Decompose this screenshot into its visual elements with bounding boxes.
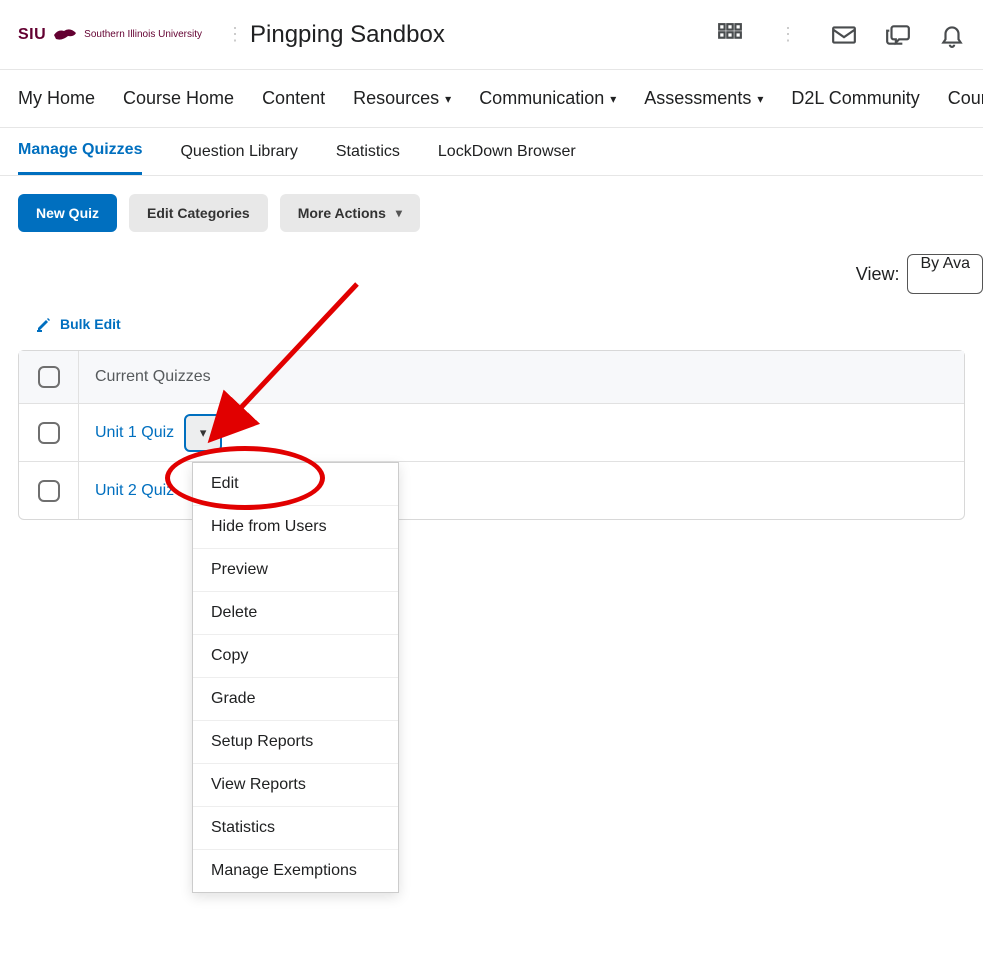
- top-icon-group: ⋮: [717, 22, 965, 48]
- divider-dots-2: ⋮: [779, 24, 795, 45]
- row-check-cell: [19, 404, 79, 461]
- quiz-link[interactable]: Unit 1 Quiz: [95, 424, 174, 442]
- quiz-link[interactable]: Unit 2 Quiz: [95, 482, 174, 500]
- menu-grade[interactable]: Grade: [193, 678, 398, 721]
- view-select[interactable]: By Ava: [907, 254, 983, 294]
- saluki-icon: [52, 27, 78, 43]
- logo-mark: SIU: [18, 26, 46, 44]
- table-row: Unit 2 Quiz ▾: [19, 461, 964, 519]
- divider-dots: ⋮: [226, 24, 242, 45]
- chevron-down-icon: ▾: [757, 92, 763, 106]
- edit-categories-button[interactable]: Edit Categories: [129, 194, 268, 232]
- nav-content[interactable]: Content: [262, 88, 325, 109]
- course-title[interactable]: Pingping Sandbox: [250, 21, 445, 49]
- menu-setup-reports[interactable]: Setup Reports: [193, 721, 398, 764]
- view-label: View:: [856, 264, 900, 285]
- nav-course-home[interactable]: Course Home: [123, 88, 234, 109]
- apps-icon[interactable]: [717, 22, 743, 48]
- mail-icon[interactable]: [831, 22, 857, 48]
- chevron-down-icon: ▾: [200, 425, 207, 441]
- menu-edit[interactable]: Edit: [193, 463, 398, 506]
- chevron-down-icon: ▾: [396, 206, 402, 220]
- actions-row: New Quiz Edit Categories More Actions ▾: [0, 176, 983, 250]
- quiz-actions-button[interactable]: ▾: [184, 414, 222, 452]
- brand-logo[interactable]: SIU Southern Illinois University: [18, 26, 202, 44]
- select-all-checkbox[interactable]: [38, 366, 60, 388]
- row-checkbox[interactable]: [38, 480, 60, 502]
- nav-my-home[interactable]: My Home: [18, 88, 95, 109]
- bulk-row: Bulk Edit: [0, 312, 983, 350]
- chevron-down-icon: ▾: [445, 92, 451, 106]
- menu-manage-exemptions[interactable]: Manage Exemptions: [193, 850, 398, 892]
- nav-d2l-community[interactable]: D2L Community: [791, 88, 919, 109]
- menu-statistics[interactable]: Statistics: [193, 807, 398, 850]
- logo-subtext: Southern Illinois University: [84, 29, 202, 40]
- select-all-cell: [19, 351, 79, 403]
- quiz-actions-menu: Edit Hide from Users Preview Delete Copy…: [192, 462, 399, 893]
- quiz-tabs: Manage Quizzes Question Library Statisti…: [0, 128, 983, 176]
- menu-preview[interactable]: Preview: [193, 549, 398, 592]
- new-quiz-button[interactable]: New Quiz: [18, 194, 117, 232]
- bell-icon[interactable]: [939, 22, 965, 48]
- tab-lockdown-browser[interactable]: LockDown Browser: [438, 128, 576, 175]
- top-header: SIU Southern Illinois University ⋮ Pingp…: [0, 0, 983, 70]
- menu-copy[interactable]: Copy: [193, 635, 398, 678]
- chevron-down-icon: ▾: [610, 92, 616, 106]
- more-actions-button[interactable]: More Actions ▾: [280, 194, 420, 232]
- nav-resources[interactable]: Resources▾: [353, 88, 451, 109]
- menu-view-reports[interactable]: View Reports: [193, 764, 398, 807]
- nav-communication[interactable]: Communication▾: [479, 88, 616, 109]
- menu-hide[interactable]: Hide from Users: [193, 506, 398, 549]
- quiz-table: Current Quizzes Unit 1 Quiz ▾ Edit Hide …: [18, 350, 965, 520]
- chat-icon[interactable]: [885, 22, 911, 48]
- menu-delete[interactable]: Delete: [193, 592, 398, 635]
- tab-question-library[interactable]: Question Library: [180, 128, 297, 175]
- column-header-name: Current Quizzes: [79, 368, 227, 386]
- more-actions-label: More Actions: [298, 205, 386, 221]
- nav-course-admin[interactable]: Course Admin: [948, 88, 983, 109]
- table-header-row: Current Quizzes: [19, 351, 964, 403]
- row-check-cell: [19, 462, 79, 519]
- edit-icon: [36, 316, 52, 332]
- table-row: Unit 1 Quiz ▾ Edit Hide from Users Previ…: [19, 403, 964, 461]
- bulk-edit-link[interactable]: Bulk Edit: [36, 316, 121, 332]
- row-checkbox[interactable]: [38, 422, 60, 444]
- main-nav: My Home Course Home Content Resources▾ C…: [0, 70, 983, 128]
- nav-assessments[interactable]: Assessments▾: [644, 88, 763, 109]
- bulk-edit-label: Bulk Edit: [60, 316, 121, 332]
- tab-statistics[interactable]: Statistics: [336, 128, 400, 175]
- tab-manage-quizzes[interactable]: Manage Quizzes: [18, 128, 142, 175]
- view-row: View: By Ava: [0, 250, 983, 312]
